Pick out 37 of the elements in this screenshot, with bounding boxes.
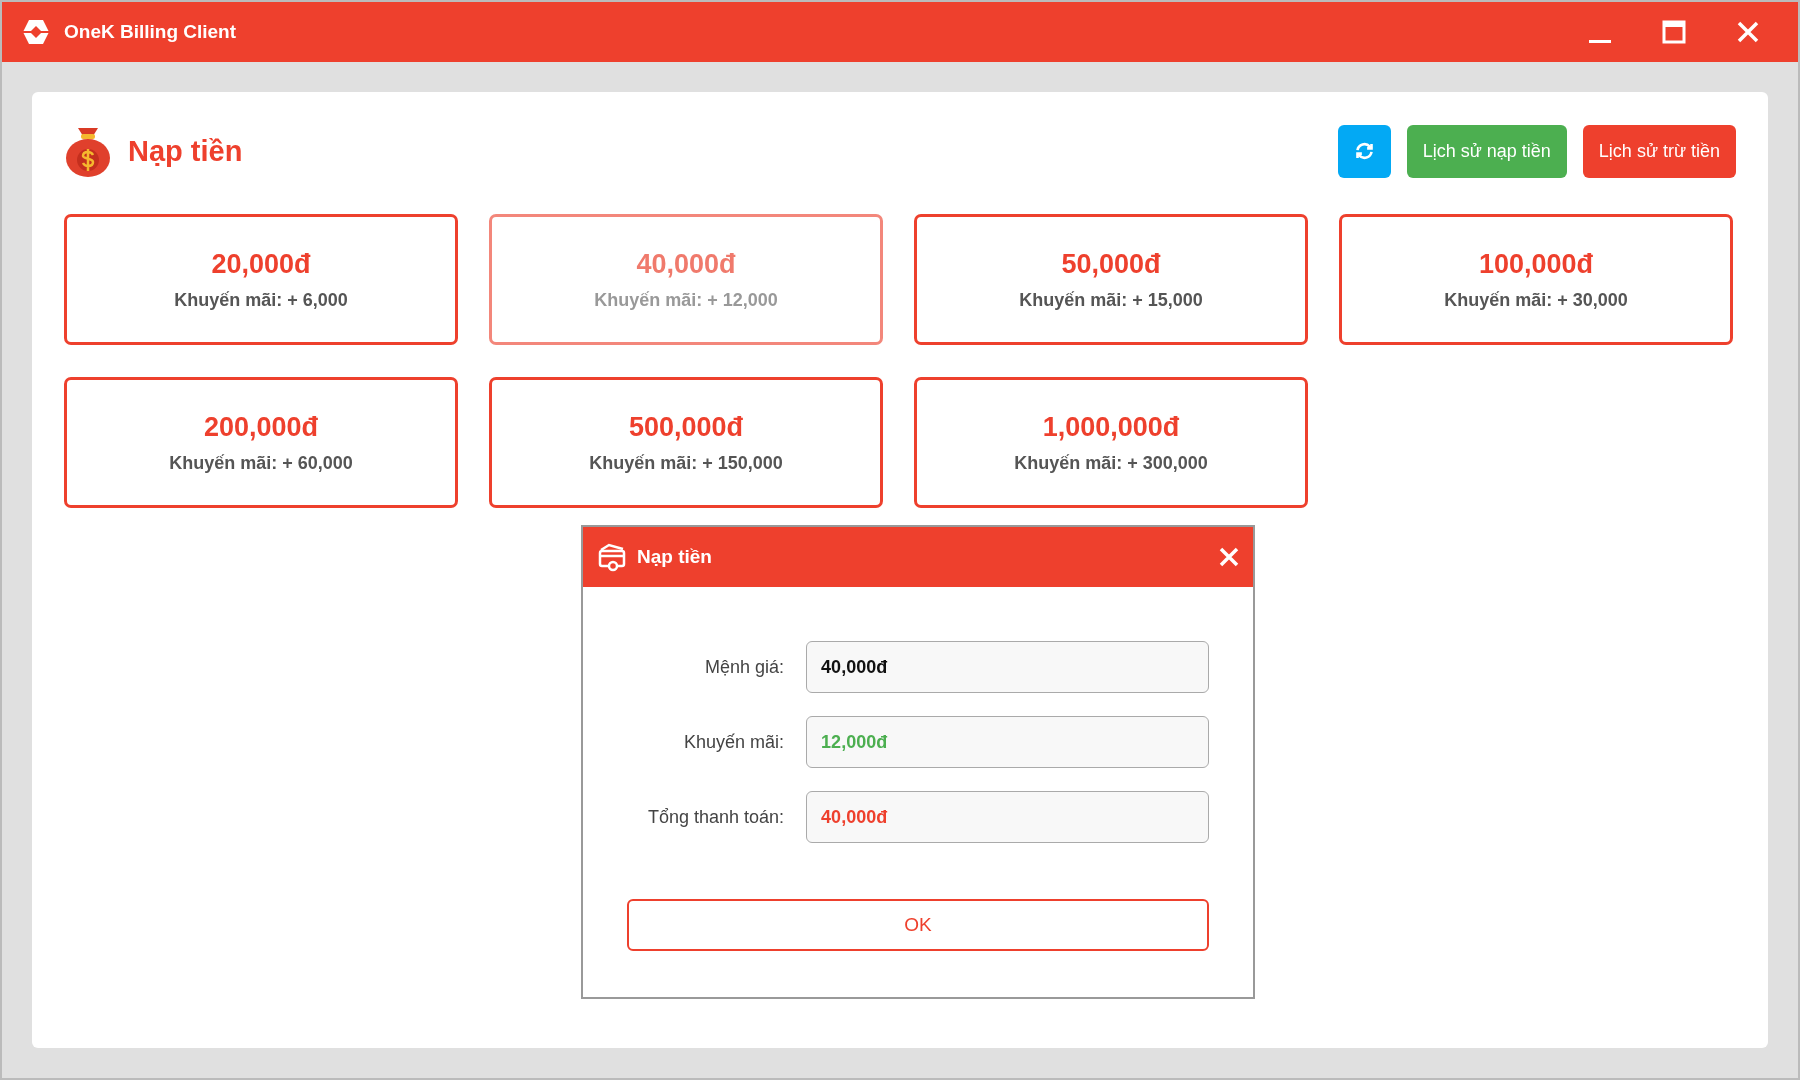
maximize-icon xyxy=(1662,20,1686,44)
package-card[interactable]: 500,000đ Khuyến mãi: + 150,000 xyxy=(489,377,883,508)
close-icon[interactable] xyxy=(1219,547,1239,567)
package-card[interactable]: 50,000đ Khuyến mãi: + 15,000 xyxy=(914,214,1308,345)
package-amount: 50,000đ xyxy=(1061,248,1161,280)
package-card[interactable]: 20,000đ Khuyến mãi: + 6,000 xyxy=(64,214,458,345)
package-amount: 40,000đ xyxy=(636,248,736,280)
package-card[interactable]: 1,000,000đ Khuyến mãi: + 300,000 xyxy=(914,377,1308,508)
package-amount: 100,000đ xyxy=(1478,248,1594,280)
package-card[interactable]: 100,000đ Khuyến mãi: + 30,000 xyxy=(1339,214,1733,345)
app-logo-icon xyxy=(22,19,50,45)
payment-icon xyxy=(597,542,627,572)
package-promo: Khuyến mãi: + 15,000 xyxy=(1019,289,1203,311)
package-amount: 1,000,000đ xyxy=(1042,411,1180,443)
field-label: Mệnh giá: xyxy=(704,656,785,678)
ok-button[interactable]: OK xyxy=(627,899,1209,951)
package-amount: 200,000đ xyxy=(203,411,319,443)
package-promo: Khuyến mãi: + 150,000 xyxy=(589,452,783,474)
history-button[interactable]: Lịch sử trừ tiền xyxy=(1582,124,1736,178)
package-amount: 500,000đ xyxy=(628,411,744,443)
package-promo: Khuyến mãi: + 60,000 xyxy=(169,452,353,474)
input-field[interactable]: 40,000đ xyxy=(806,791,1209,843)
package-card[interactable]: 200,000đ Khuyến mãi: + 60,000 xyxy=(64,377,458,508)
input-field[interactable]: 40,000đ xyxy=(806,641,1209,693)
dialog-title: Nạp tiền xyxy=(637,546,713,568)
page-title: Nạp tiền xyxy=(128,134,244,168)
minimize-icon xyxy=(1589,39,1611,43)
field-label: Khuyến mãi: xyxy=(683,731,785,753)
package-promo: Khuyến mãi: + 12,000 xyxy=(594,289,778,311)
window-title: OneK Billing Client xyxy=(64,21,238,43)
refresh-button[interactable] xyxy=(1337,124,1391,178)
package-promo: Khuyến mãi: + 6,000 xyxy=(174,289,348,311)
package-promo: Khuyến mãi: + 300,000 xyxy=(1014,452,1208,474)
close-icon xyxy=(1737,21,1759,43)
field-label: Tổng thanh toán: xyxy=(647,806,785,828)
package-promo: Khuyến mãi: + 30,000 xyxy=(1444,289,1628,311)
package-amount: 20,000đ xyxy=(211,248,311,280)
